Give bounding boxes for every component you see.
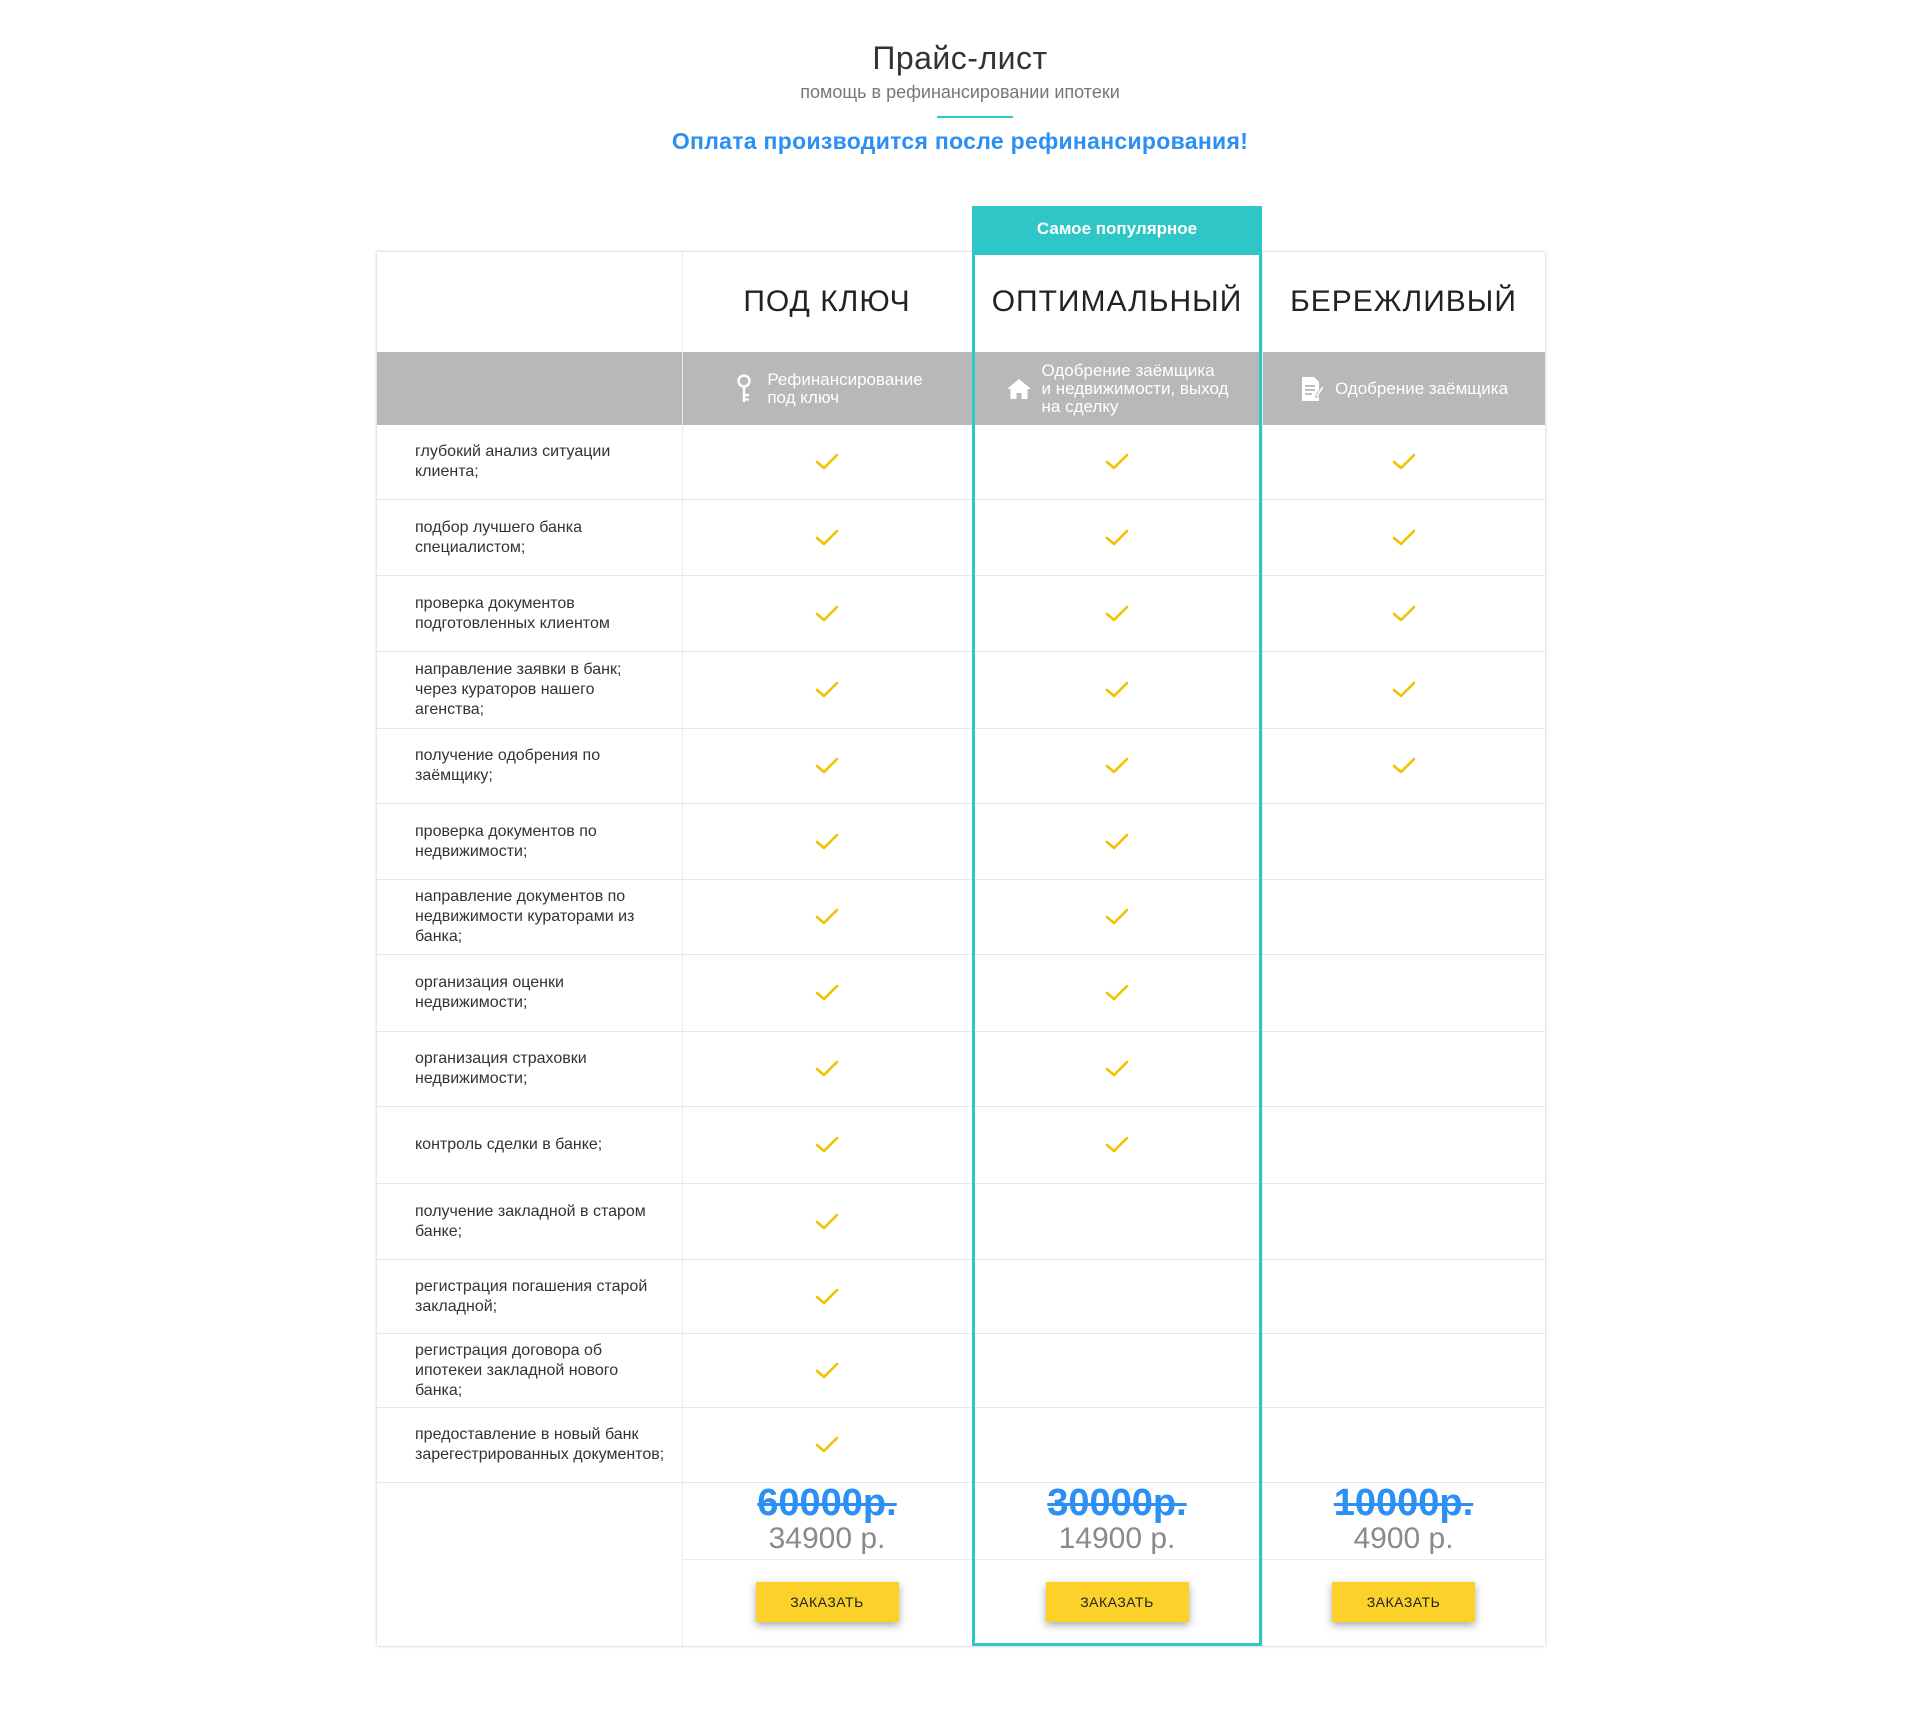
checkmark-icon (1104, 832, 1130, 852)
table-row: контроль сделки в банке; (377, 1107, 1545, 1184)
checkmark-icon (1391, 680, 1417, 700)
checkmark-icon (814, 452, 840, 472)
price-divider (682, 1559, 972, 1560)
checkmark-icon (1104, 983, 1130, 1003)
checkmark-icon (814, 832, 840, 852)
feature-label: направление документов по недвижимости к… (415, 888, 635, 945)
checkmark-icon (1104, 1135, 1130, 1155)
document-icon (1299, 374, 1325, 404)
table-row: подбор лучшего банка специалистом; (377, 500, 1545, 576)
feature-label: регистрация погашения старой закладной; (415, 1277, 648, 1315)
plan-description-text: Рефинансирование под ключ (767, 369, 923, 407)
checkmark-icon (814, 604, 840, 624)
plan-name: БЕРЕЖЛИВЫЙ (1290, 285, 1517, 318)
house-icon (1006, 374, 1032, 404)
old-price: 30000р. (1047, 1482, 1187, 1524)
current-price: 4900 р. (1353, 1522, 1454, 1555)
checkmark-icon (814, 680, 840, 700)
plan-description-text: Одобрение заёмщика и недвижимости, выход… (1041, 360, 1229, 416)
table-row: регистрация договора об ипотекеи закладн… (377, 1334, 1545, 1408)
checkmark-icon (814, 1059, 840, 1079)
checkmark-icon (1391, 528, 1417, 548)
current-price: 14900 р. (1058, 1522, 1176, 1555)
page-title: Прайс-лист (872, 40, 1048, 76)
feature-label: предоставление в новый банк зарегестриро… (415, 1426, 665, 1463)
key-icon (731, 373, 757, 404)
feature-label: проверка документов по недвижимости; (415, 822, 597, 860)
table-row: организация страховки недвижимости; (377, 1032, 1545, 1107)
checkmark-icon (1104, 1059, 1130, 1079)
checkmark-icon (1104, 756, 1130, 776)
feature-label: глубокий анализ ситуации клиента; (415, 443, 611, 480)
pricing-table: ПОД КЛЮЧ Рефинансирование под ключ 60000р.… (377, 252, 1545, 1646)
table-row: регистрация погашения старой закладной; (377, 1260, 1545, 1334)
price-divider (972, 1559, 1262, 1560)
checkmark-icon (1104, 604, 1130, 624)
table-row: направление документов по недвижимости к… (377, 880, 1545, 955)
feature-label: подбор лучшего банка специалистом; (415, 518, 582, 556)
feature-label: контроль сделки в банке; (415, 1136, 603, 1153)
checkmark-icon (814, 907, 840, 927)
checkmark-icon (814, 1361, 840, 1381)
payment-notice: Оплата производится после рефинансирован… (671, 128, 1249, 154)
table-row: организация оценки недвижимости; (377, 955, 1545, 1032)
checkmark-icon (814, 1287, 840, 1307)
checkmark-icon (1104, 528, 1130, 548)
table-row: проверка документов по недвижимости; (377, 804, 1545, 880)
feature-label: организация оценки недвижимости; (415, 974, 564, 1011)
popular-badge: Самое популярное (972, 206, 1262, 254)
current-price: 34900 р. (768, 1522, 886, 1555)
table-row: проверка документов подготовленных клиен… (377, 576, 1545, 652)
order-button[interactable]: ЗАКАЗАТЬ (755, 1582, 899, 1622)
feature-label: направление заявки в банк; через куратор… (415, 661, 622, 718)
checkmark-icon (1104, 680, 1130, 700)
price-divider (1262, 1559, 1545, 1560)
feature-label: регистрация договора об ипотекеи закладн… (415, 1341, 619, 1399)
plan-name: ПОД КЛЮЧ (743, 285, 911, 318)
checkmark-icon (1391, 452, 1417, 472)
plan-description: Одобрение заёмщика и недвижимости, выход… (972, 352, 1262, 425)
checkmark-icon (814, 1435, 840, 1455)
checkmark-icon (814, 1212, 840, 1232)
table-row: глубокий анализ ситуации клиента; (377, 425, 1545, 500)
title-divider (937, 116, 1013, 118)
plan-description: Одобрение заёмщика (1262, 352, 1545, 425)
page-subtitle: помощь в рефинансировании ипотеки (800, 82, 1120, 102)
feature-label: получение закладной в старом банке; (415, 1202, 646, 1240)
table-row: получение закладной в старом банке; (377, 1184, 1545, 1260)
table-row: направление заявки в банк; через куратор… (377, 652, 1545, 729)
plan-description: Рефинансирование под ключ (682, 352, 972, 425)
checkmark-icon (1391, 604, 1417, 624)
plan-description-text: Одобрение заёмщика (1334, 378, 1509, 398)
order-button[interactable]: ЗАКАЗАТЬ (1332, 1582, 1475, 1622)
checkmark-icon (1104, 907, 1130, 927)
feature-label: получение одобрения по заёмщику; (415, 747, 601, 784)
checkmark-icon (814, 756, 840, 776)
checkmark-icon (1391, 756, 1417, 776)
order-button[interactable]: ЗАКАЗАТЬ (1045, 1582, 1189, 1622)
feature-label: организация страховки недвижимости; (415, 1050, 587, 1087)
table-row: предоставление в новый банк зарегестриро… (377, 1408, 1545, 1483)
old-price: 10000р. (1333, 1482, 1474, 1524)
old-price: 60000р. (757, 1482, 897, 1524)
checkmark-icon (814, 528, 840, 548)
checkmark-icon (814, 1135, 840, 1155)
table-row: получение одобрения по заёмщику; (377, 729, 1545, 804)
feature-label: проверка документов подготовленных клиен… (415, 594, 610, 632)
checkmark-icon (814, 983, 840, 1003)
checkmark-icon (1104, 452, 1130, 472)
plan-name: ОПТИМАЛЬНЫЙ (991, 285, 1243, 318)
